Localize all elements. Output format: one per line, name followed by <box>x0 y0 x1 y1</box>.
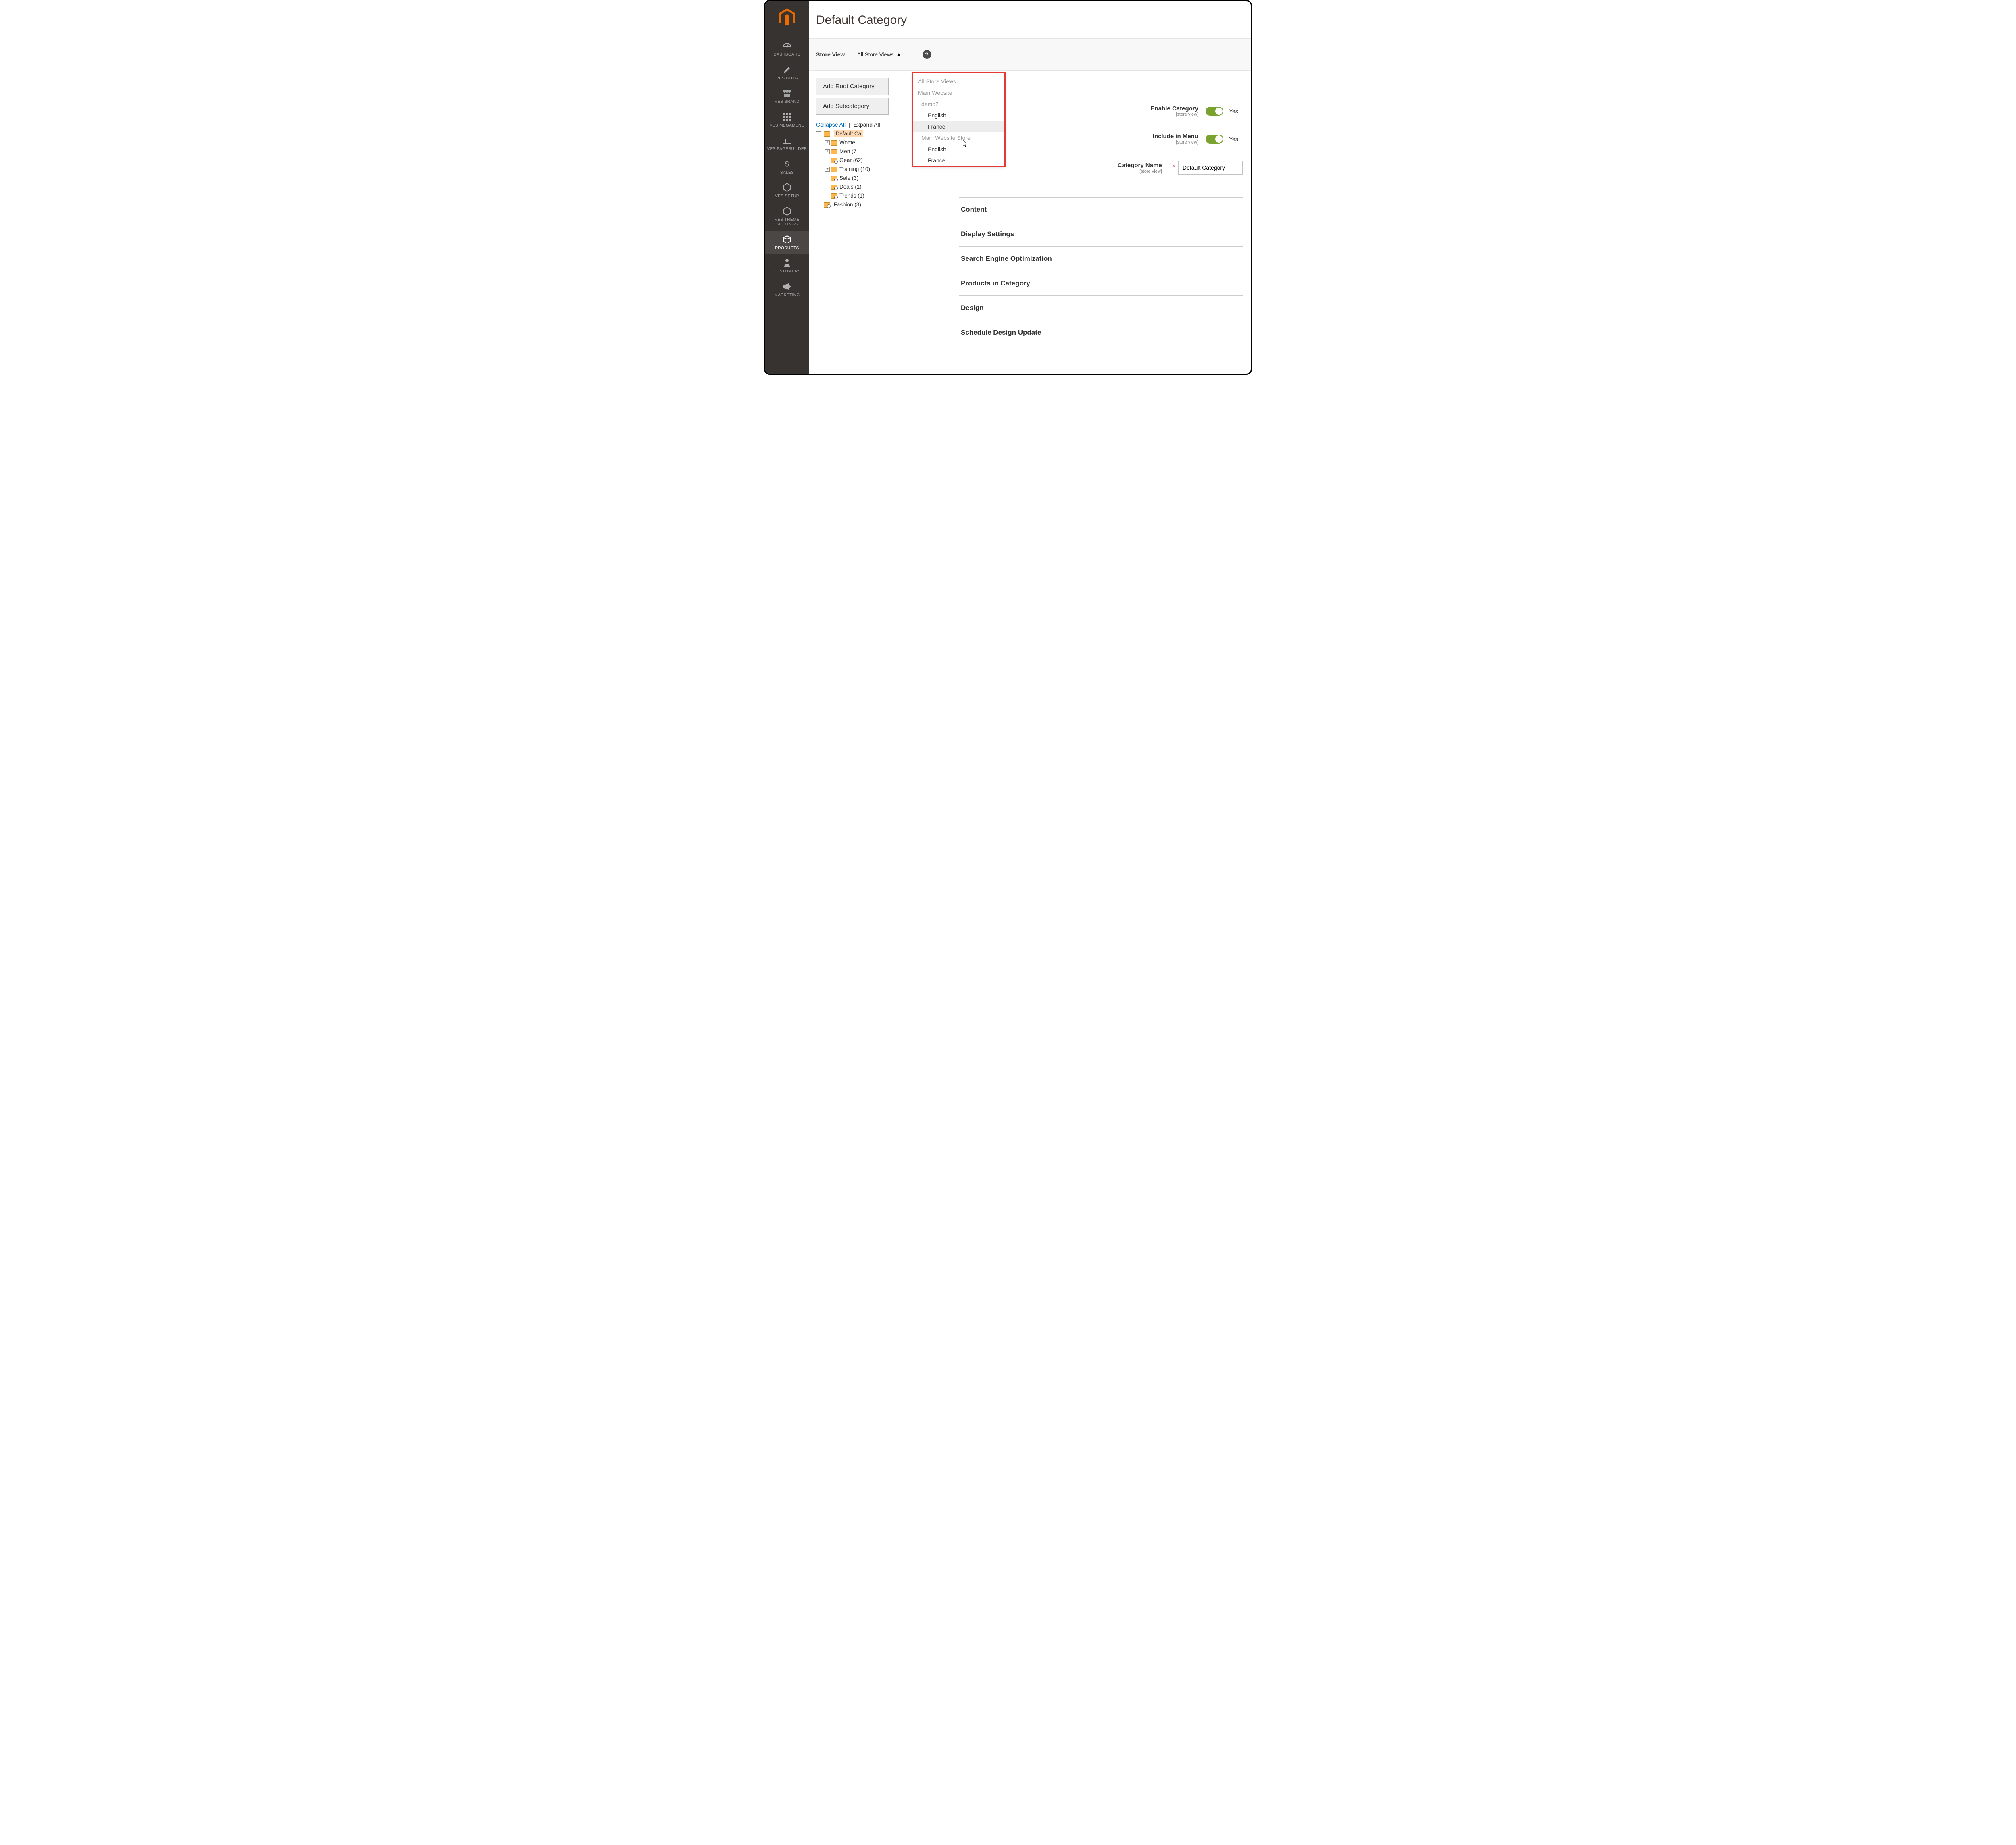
nav-sales[interactable]: $SALES <box>765 156 809 179</box>
nav-marketing[interactable]: MARKETING <box>765 278 809 302</box>
tree-expand-icon[interactable]: + <box>825 140 830 145</box>
enable-category-toggle[interactable] <box>1206 107 1223 116</box>
nav-ves-blog[interactable]: VES BLOG <box>765 61 809 85</box>
folder-icon <box>831 167 837 172</box>
store-option[interactable]: France <box>913 155 1004 166</box>
svg-text:$: $ <box>785 160 789 168</box>
tree-node-default-category[interactable]: Default Ca <box>834 130 864 137</box>
category-accordion: ContentDisplay SettingsSearch Engine Opt… <box>959 197 1243 345</box>
store-scope-bar: Store View: All Store Views ? <box>809 38 1251 71</box>
include-in-menu-toggle[interactable] <box>1206 135 1223 144</box>
accordion-design[interactable]: Design <box>959 296 1243 320</box>
magento-logo[interactable] <box>779 1 795 34</box>
add-subcategory-button[interactable]: Add Subcategory <box>816 98 889 115</box>
admin-sidebar: DASHBOARDVES BLOGVES BRANDVES MEGAMENUVE… <box>765 1 809 374</box>
person-icon <box>765 258 809 268</box>
required-asterisk: * <box>1173 164 1175 171</box>
folder-icon <box>824 202 830 208</box>
hexagon-icon <box>765 206 809 216</box>
folder-icon <box>831 185 837 190</box>
tree-node-fashion[interactable]: Fashion (3) <box>834 202 861 208</box>
folder-icon <box>831 176 837 181</box>
pencil-icon <box>765 64 809 75</box>
layout-icon <box>765 135 809 146</box>
nav-dashboard[interactable]: DASHBOARD <box>765 37 809 61</box>
folder-icon <box>831 193 837 199</box>
accordion-content[interactable]: Content <box>959 197 1243 222</box>
field-scope: [store view] <box>1151 112 1198 117</box>
store-icon <box>765 88 809 98</box>
folder-icon <box>831 158 837 163</box>
megaphone-icon <box>765 281 809 292</box>
include-in-menu-value: Yes <box>1229 136 1243 142</box>
tree-node[interactable]: Men (7 <box>839 148 856 154</box>
tree-node[interactable]: Training (10) <box>839 166 870 172</box>
caret-up-icon <box>897 53 900 56</box>
hexagon-icon <box>765 182 809 193</box>
accordion-search-engine-optimization[interactable]: Search Engine Optimization <box>959 247 1243 271</box>
field-label: Include in Menu <box>1153 133 1198 140</box>
tree-expand-icon[interactable]: + <box>825 149 830 154</box>
cursor-pointer-icon <box>961 139 969 149</box>
help-icon[interactable]: ? <box>923 50 931 59</box>
store-view-selected: All Store Views <box>857 52 894 58</box>
field-scope: [store view] <box>1153 140 1198 145</box>
enable-category-value: Yes <box>1229 108 1243 114</box>
store-option: Main Website <box>913 87 1004 98</box>
collapse-all-link[interactable]: Collapse All <box>816 121 846 128</box>
main-content: Default Category Store View: All Store V… <box>809 1 1251 374</box>
field-label: Enable Category <box>1151 105 1198 112</box>
dollar-icon: $ <box>765 159 809 169</box>
nav-customers[interactable]: CUSTOMERS <box>765 254 809 278</box>
dashboard-icon <box>765 41 809 51</box>
tree-node[interactable]: Deals (1) <box>839 184 862 190</box>
folder-icon <box>824 131 830 137</box>
tree-node[interactable]: Wome <box>839 139 855 146</box>
store-view-dropdown[interactable]: All Store ViewsMain Websitedemo2EnglishF… <box>912 72 1006 167</box>
store-option[interactable]: France <box>913 121 1004 132</box>
store-option[interactable]: English <box>913 110 1004 121</box>
store-option: All Store Views <box>913 76 1004 87</box>
folder-icon <box>831 140 837 146</box>
accordion-display-settings[interactable]: Display Settings <box>959 222 1243 247</box>
store-option: demo2 <box>913 98 1004 110</box>
tree-node[interactable]: Trends (1) <box>839 193 864 199</box>
nav-ves-brand[interactable]: VES BRAND <box>765 85 809 108</box>
field-label: Category Name <box>1118 162 1162 169</box>
tree-node[interactable]: Sale (3) <box>839 175 858 181</box>
tree-collapse-icon[interactable]: − <box>816 131 821 136</box>
store-view-label: Store View: <box>816 51 847 58</box>
grid-icon <box>765 112 809 122</box>
field-scope: [store view] <box>1118 169 1162 174</box>
store-option: Main Website Store <box>913 132 1004 144</box>
add-root-category-button[interactable]: Add Root Category <box>816 78 889 95</box>
nav-products[interactable]: PRODUCTS <box>765 231 809 255</box>
accordion-schedule-design-update[interactable]: Schedule Design Update <box>959 320 1243 345</box>
nav-ves-pagebuilder[interactable]: VES PAGEBUILDER <box>765 132 809 156</box>
box-icon <box>765 234 809 245</box>
page-title: Default Category <box>816 13 1251 27</box>
nav-ves-theme-settings[interactable]: VES THEME SETTINGS <box>765 203 809 231</box>
nav-ves-megamenu[interactable]: VES MEGAMENU <box>765 108 809 132</box>
folder-icon <box>831 149 837 154</box>
category-name-input[interactable] <box>1178 161 1243 175</box>
store-view-switcher[interactable]: All Store Views <box>857 52 900 58</box>
expand-all-link[interactable]: Expand All <box>854 121 880 128</box>
tree-node[interactable]: Gear (62) <box>839 157 863 163</box>
tree-expand-icon[interactable]: + <box>825 167 830 172</box>
accordion-products-in-category[interactable]: Products in Category <box>959 271 1243 296</box>
nav-ves-setup[interactable]: VES SETUP <box>765 179 809 203</box>
store-option[interactable]: English <box>913 144 1004 155</box>
